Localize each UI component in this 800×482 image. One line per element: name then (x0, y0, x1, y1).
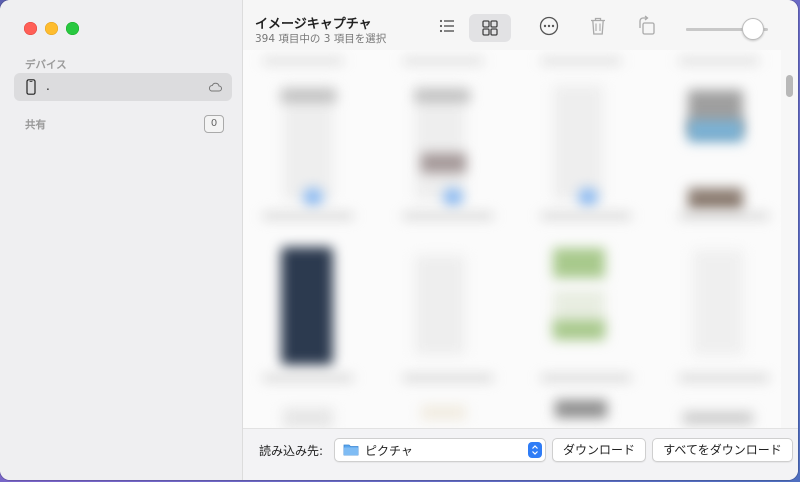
thumbnail-label (541, 213, 631, 219)
grid-view-button[interactable] (469, 14, 511, 42)
sidebar-item-device[interactable]: . (14, 73, 232, 101)
iphone-icon (26, 79, 36, 95)
selection-status: 394 項目中の 3 項目を選択 (255, 33, 387, 45)
photo-thumbnail[interactable] (283, 85, 333, 200)
thumbnail-label (403, 58, 483, 64)
trash-icon[interactable] (587, 15, 609, 37)
thumbnail-label (679, 58, 759, 64)
photo-thumbnail[interactable] (683, 412, 753, 424)
list-view-icon[interactable] (436, 15, 458, 37)
photo-thumbnail[interactable] (688, 188, 743, 210)
thumbnail-label (679, 213, 769, 219)
shared-count-badge: 0 (204, 115, 224, 133)
image-capture-window: デバイス . 共有 0 イメージキャプチャ 394 項目中の 3 項目を選択 読… (0, 0, 798, 480)
window-controls (24, 22, 79, 35)
photo-thumbnail-detail (303, 188, 323, 206)
photo-thumbnail[interactable] (553, 85, 603, 200)
photo-thumbnail[interactable] (415, 85, 465, 200)
photo-thumbnail[interactable] (283, 408, 333, 428)
grid-view-icon (482, 20, 498, 36)
photo-thumbnail[interactable] (415, 255, 465, 355)
chevron-up-down-icon (532, 445, 538, 455)
close-button[interactable] (24, 22, 37, 35)
ellipsis-circle-icon[interactable] (538, 15, 560, 37)
photo-thumbnail-detail (415, 90, 470, 102)
scrollbar-thumb[interactable] (786, 75, 793, 97)
thumbnail-label (263, 58, 343, 64)
download-all-button[interactable]: すべてをダウンロード (652, 438, 793, 462)
thumbnail-label (403, 375, 493, 381)
vertical-scrollbar[interactable] (781, 50, 798, 428)
window-title: イメージキャプチャ (255, 17, 372, 32)
import-destination-value: ピクチャ (365, 444, 413, 458)
folder-icon (343, 444, 359, 456)
photo-thumbnail[interactable] (281, 247, 333, 365)
thumbnail-label (263, 375, 353, 381)
thumbnail-label (541, 375, 631, 381)
select-stepper[interactable] (528, 442, 542, 458)
import-destination-select[interactable]: ピクチャ (334, 438, 546, 462)
photo-thumbnail[interactable] (555, 400, 607, 418)
import-bar: 読み込み先: ピクチャ ダウンロード すべてをダウンロード (243, 428, 798, 480)
device-name: . (46, 79, 50, 93)
slider-thumb[interactable] (741, 18, 764, 40)
photo-thumbnail-detail (578, 188, 598, 206)
thumbnail-label (263, 213, 353, 219)
download-button[interactable]: ダウンロード (552, 438, 646, 462)
shared-section-label: 共有 (25, 119, 46, 131)
sidebar: デバイス . 共有 0 (0, 0, 243, 480)
thumbnail-label (679, 375, 769, 381)
photo-thumbnail-detail (281, 90, 336, 102)
photo-thumbnail[interactable] (693, 250, 743, 355)
photo-thumbnail-detail (688, 120, 743, 142)
photo-grid[interactable] (243, 50, 781, 428)
photo-thumbnail-detail (553, 320, 605, 340)
photo-thumbnail[interactable] (421, 405, 466, 420)
photo-thumbnail-detail (443, 188, 463, 206)
photo-thumbnail-detail (421, 153, 466, 173)
rotate-icon[interactable] (636, 15, 658, 37)
thumbnail-label (403, 213, 493, 219)
devices-section-label: デバイス (25, 59, 67, 71)
cloud-icon (208, 82, 222, 92)
thumbnail-label (541, 58, 621, 64)
photo-thumbnail[interactable] (553, 248, 605, 278)
toolbar: イメージキャプチャ 394 項目中の 3 項目を選択 (243, 0, 798, 50)
minimize-button[interactable] (45, 22, 58, 35)
import-destination-label: 読み込み先: (259, 444, 324, 458)
zoom-button[interactable] (66, 22, 79, 35)
